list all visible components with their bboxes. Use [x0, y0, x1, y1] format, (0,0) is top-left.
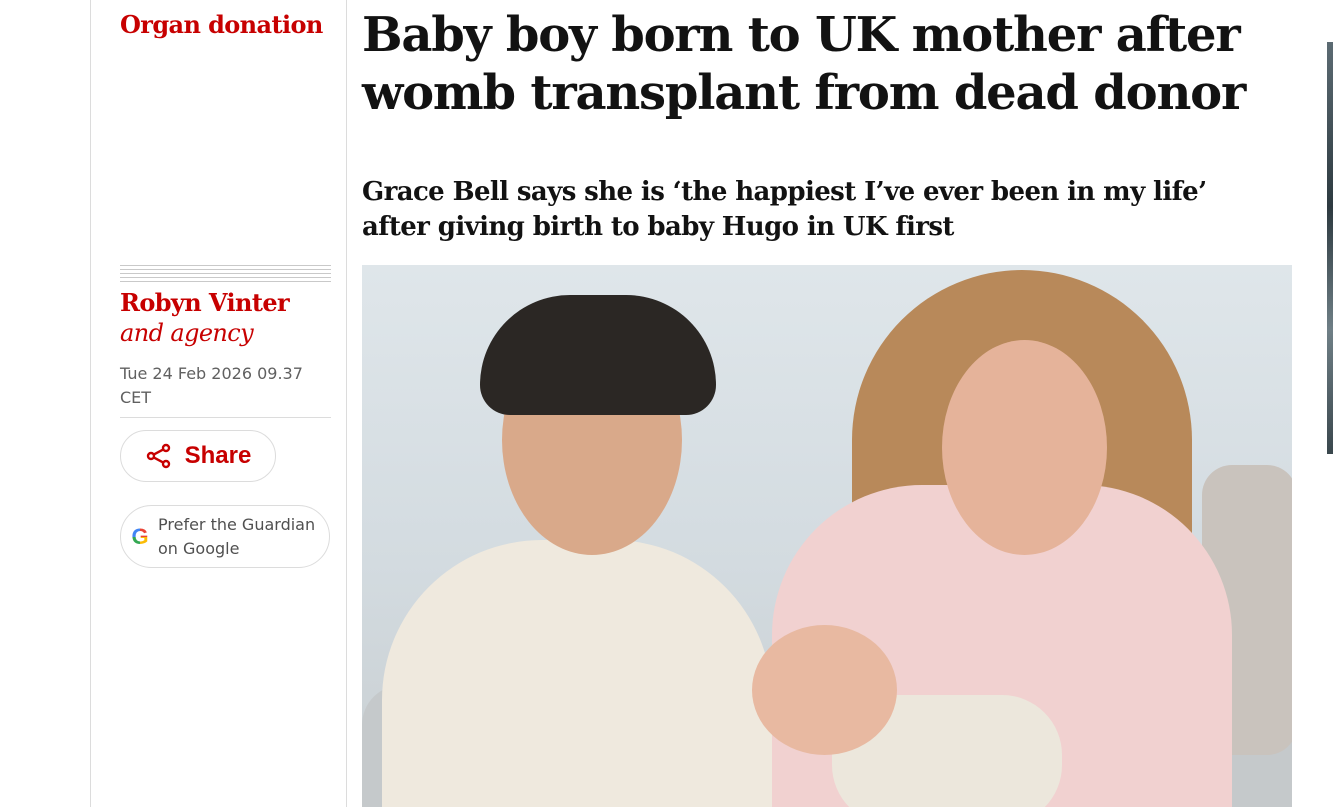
right-edge-ad-strip	[1327, 42, 1333, 454]
prefer-guardian-line-1: Prefer the Guardian	[158, 514, 316, 534]
publish-date-timezone: CET	[120, 388, 152, 407]
section-kicker-link[interactable]: Organ donation	[120, 10, 323, 39]
prefer-guardian-line-2: on Google	[158, 538, 240, 558]
share-icon	[146, 443, 170, 469]
article-headline: Baby boy born to UK mother after womb tr…	[362, 7, 1246, 121]
share-label: Share	[184, 442, 252, 469]
meta-divider-lines	[120, 265, 331, 283]
prefer-guardian-on-google-button[interactable]: G Prefer the Guardian on Google	[120, 505, 330, 568]
standfirst-line-2: after giving birth to baby Hugo in UK fi…	[362, 212, 954, 242]
byline: Robyn Vinter and agency	[120, 288, 340, 348]
author-link[interactable]: Robyn Vinter	[120, 288, 340, 318]
prefer-guardian-label: Prefer the Guardian on Google	[158, 513, 328, 561]
left-column-rule	[90, 0, 91, 807]
hero-image[interactable]	[362, 265, 1292, 807]
google-g-icon: G	[131, 523, 149, 549]
publish-date-time: Tue 24 Feb 2026 09.37	[120, 364, 303, 383]
standfirst-line-1: Grace Bell says she is ‘the happiest I’v…	[362, 177, 1207, 207]
article-standfirst: Grace Bell says she is ‘the happiest I’v…	[362, 175, 1242, 245]
meta-column-rule	[346, 0, 347, 807]
byline-agency: and agency	[120, 319, 254, 347]
share-button[interactable]: Share	[120, 430, 276, 482]
meta-rule	[120, 417, 331, 418]
publish-date: Tue 24 Feb 2026 09.37 CET	[120, 362, 331, 410]
